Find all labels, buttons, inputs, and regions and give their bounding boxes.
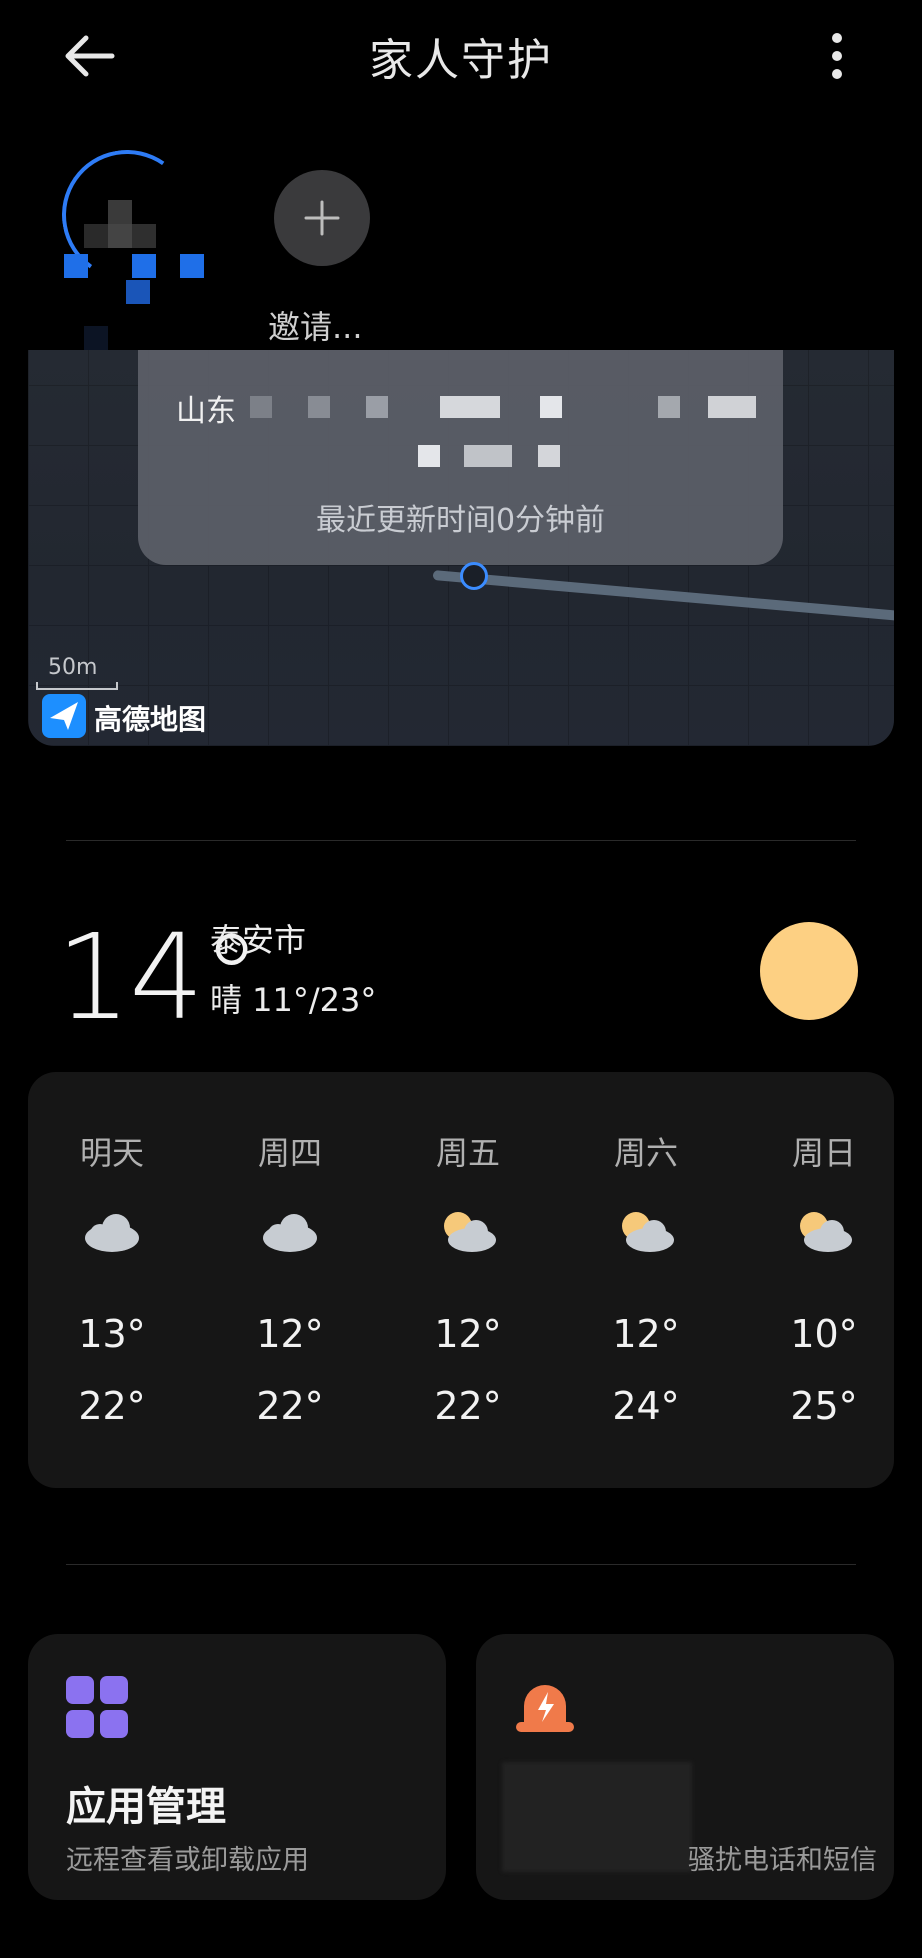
forecast-day: 周日 10° 25°	[754, 1072, 894, 1488]
forecast-low: 12°	[434, 1312, 502, 1356]
top-bar: 家人守护	[0, 0, 922, 110]
family-member-avatar[interactable]	[51, 139, 204, 350]
forecast-low: 12°	[256, 1312, 324, 1356]
last-update-text: 最近更新时间0分钟前	[315, 503, 606, 538]
location-marker-icon	[460, 562, 488, 590]
divider	[66, 1564, 856, 1565]
tile-subtitle: 远程查看或卸载应用	[66, 1845, 309, 1876]
cloudy-icon	[85, 1214, 139, 1252]
invite-button[interactable]: 邀请...	[268, 170, 376, 350]
forecast-day: 周四 12° 22°	[220, 1072, 360, 1488]
partly-cloudy-icon	[622, 1212, 674, 1252]
forecast-day: 周五 12° 22°	[398, 1072, 538, 1488]
scale-label: 50m	[48, 655, 98, 680]
location-info-card: 山东 最近更新时间0分钟前	[138, 350, 783, 565]
amap-logo-icon	[42, 694, 86, 738]
city-name: 泰安市	[210, 921, 307, 959]
location-map[interactable]: 山东 最近更新时间0分钟前 50m 高德地图	[28, 350, 894, 746]
tile-subtitle: 骚扰电话和短信	[688, 1845, 877, 1876]
alarm-icon	[516, 1685, 574, 1732]
forecast-day-name: 周五	[435, 1134, 500, 1172]
plus-icon	[304, 200, 340, 236]
forecast-day-name: 周六	[613, 1134, 678, 1172]
invite-label: 邀请...	[268, 308, 363, 346]
redacted-title	[502, 1762, 692, 1872]
more-options-button[interactable]	[812, 26, 862, 86]
forecast-high: 22°	[256, 1384, 324, 1428]
forecast-day-name: 周四	[257, 1134, 322, 1172]
forecast-high: 25°	[790, 1384, 858, 1428]
apps-grid-icon	[66, 1676, 130, 1740]
forecast-high: 22°	[434, 1384, 502, 1428]
scale-bar	[36, 682, 118, 690]
add-member-circle	[274, 170, 370, 266]
divider	[66, 840, 856, 841]
forecast-low: 13°	[78, 1312, 146, 1356]
address-prefix: 山东	[176, 394, 236, 429]
avatar	[64, 156, 204, 356]
tile-title: 应用管理	[66, 1784, 226, 1830]
harassment-block-tile[interactable]: 骚扰电话和短信	[476, 1634, 894, 1900]
forecast-day-name: 周日	[791, 1134, 856, 1172]
more-vertical-icon	[832, 33, 842, 79]
partly-cloudy-icon	[444, 1212, 496, 1252]
map-scale: 50m	[36, 655, 118, 690]
forecast-day: 周六 12° 24°	[576, 1072, 716, 1488]
map-provider-label: 高德地图	[94, 703, 207, 736]
weather-condition-range: 晴 11°/23°	[210, 981, 377, 1019]
forecast-high: 22°	[78, 1384, 146, 1428]
page-title: 家人守护	[369, 35, 553, 86]
forecast-day-name: 明天	[79, 1134, 144, 1172]
forecast-low: 10°	[790, 1312, 858, 1356]
weather-forecast-card[interactable]: 明天 13° 22° 周四 12° 22° 周五 12° 22° 周六 12° …	[28, 1072, 894, 1488]
partly-cloudy-icon	[800, 1212, 852, 1252]
app-management-tile[interactable]: 应用管理 远程查看或卸载应用	[28, 1634, 446, 1900]
forecast-day: 明天 13° 22°	[42, 1072, 182, 1488]
cloudy-icon	[263, 1214, 317, 1252]
sunny-icon	[760, 922, 858, 1020]
forecast-low: 12°	[612, 1312, 680, 1356]
forecast-high: 24°	[612, 1384, 680, 1428]
